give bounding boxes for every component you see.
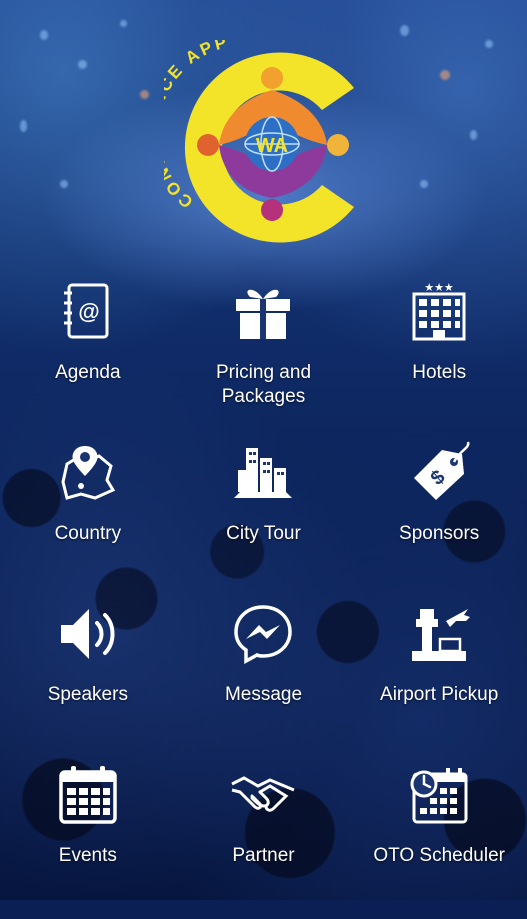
menu-item-label: Speakers [47, 684, 128, 705]
menu-item-events[interactable]: Events [0, 758, 176, 919]
handshake-icon [231, 776, 296, 812]
bokeh-light [420, 180, 428, 188]
menu-item-label: Airport Pickup [380, 684, 499, 705]
menu-item-label: Agenda [55, 362, 121, 383]
menu-item-label: Events [58, 845, 117, 866]
hotel-icon: ★★★ [412, 281, 466, 341]
menu-item-pricing[interactable]: Pricing and Packages [176, 275, 352, 436]
menu-item-label: Country [54, 523, 122, 544]
menu-item-label: Pricing and Packages [215, 362, 312, 407]
speaker-volume-icon [60, 609, 115, 659]
svg-text:★★★: ★★★ [424, 281, 454, 294]
svg-text:@: @ [78, 299, 99, 324]
map-location-icon [61, 446, 115, 500]
calendar-icon [59, 766, 117, 824]
bokeh-light [440, 70, 450, 80]
menu-item-message[interactable]: Message [176, 597, 352, 758]
menu-item-airport-pickup[interactable]: Airport Pickup [351, 597, 527, 758]
bokeh-light [485, 40, 493, 48]
menu-item-label: Partner [232, 845, 295, 866]
menu-item-hotels[interactable]: ★★★ Hotels [351, 275, 527, 436]
bokeh-light [40, 30, 48, 40]
scheduler-clock-icon [410, 768, 468, 824]
app-logo: WA CONFERENCE APP [144, 32, 374, 255]
bokeh-light [120, 20, 127, 27]
svg-text:WA: WA [256, 135, 288, 157]
bokeh-light [20, 120, 27, 132]
bokeh-light [400, 25, 409, 36]
menu-item-country[interactable]: Country [0, 436, 176, 597]
airport-tower-icon [412, 609, 471, 661]
menu-item-label: Message [224, 684, 303, 705]
menu-item-label: Hotels [412, 362, 467, 383]
price-tag-icon: $ [414, 441, 470, 500]
messenger-icon [234, 605, 293, 664]
menu-item-oto-scheduler[interactable]: OTO Scheduler [351, 758, 527, 919]
menu-item-label: OTO Scheduler [373, 845, 505, 866]
gift-box-icon [236, 289, 291, 339]
bokeh-light [470, 130, 477, 140]
menu-item-agenda[interactable]: @ Agenda [0, 275, 176, 436]
main-menu-grid: @ Agenda Pricing and Packages ★★★ Hotels [0, 275, 527, 919]
menu-item-sponsors[interactable]: $ Sponsors [351, 436, 527, 597]
bokeh-light [60, 180, 68, 188]
menu-item-label: Sponsors [399, 523, 480, 544]
menu-item-partner[interactable]: Partner [176, 758, 352, 919]
bokeh-light [78, 60, 87, 69]
bokeh-light [140, 90, 149, 99]
address-book-icon: @ [63, 283, 109, 339]
menu-item-speakers[interactable]: Speakers [0, 597, 176, 758]
menu-item-label: City Tour [226, 523, 301, 544]
menu-item-city-tour[interactable]: City Tour [176, 436, 352, 597]
city-buildings-icon [234, 448, 293, 498]
